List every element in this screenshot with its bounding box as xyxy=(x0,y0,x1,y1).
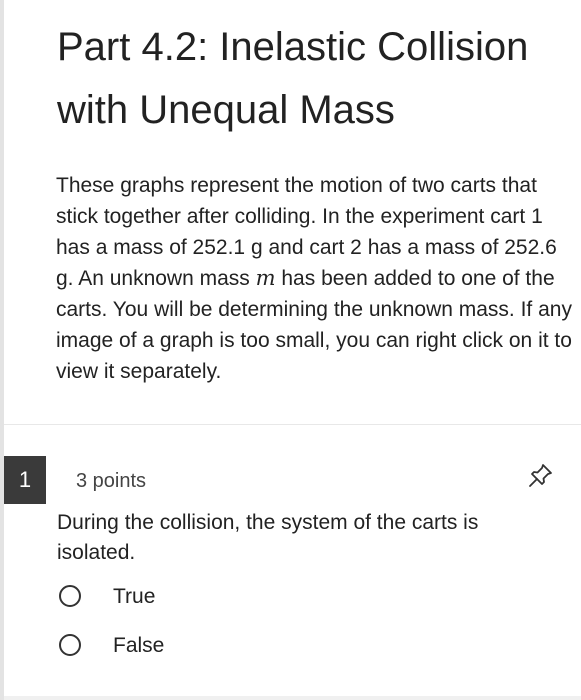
section-intro: Part 4.2: Inelastic Collision with Unequ… xyxy=(4,0,581,424)
question-card: 1 3 points During the collision, the sys… xyxy=(4,432,581,700)
answer-option-label: False xyxy=(113,634,165,657)
unknown-mass-variable: m xyxy=(255,266,276,290)
answer-option-false[interactable]: False xyxy=(57,627,257,667)
answer-option-true[interactable]: True xyxy=(57,578,257,618)
bottom-divider xyxy=(4,696,581,700)
pin-icon-graphic xyxy=(529,464,552,487)
question-points: 3 points xyxy=(76,470,147,492)
section-divider xyxy=(4,424,581,425)
quiz-page: Part 4.2: Inelastic Collision with Unequ… xyxy=(0,0,581,700)
pin-icon[interactable] xyxy=(526,460,556,490)
radio-circle-icon[interactable] xyxy=(59,634,81,656)
answer-option-label: True xyxy=(113,585,156,608)
radio-circle-icon[interactable] xyxy=(59,585,81,607)
question-prompt: During the collision, the system of the … xyxy=(57,511,479,564)
section-description: These graphs represent the motion of two… xyxy=(56,170,578,387)
section-title: Part 4.2: Inelastic Collision with Unequ… xyxy=(57,25,529,132)
question-number: 1 xyxy=(4,456,46,504)
